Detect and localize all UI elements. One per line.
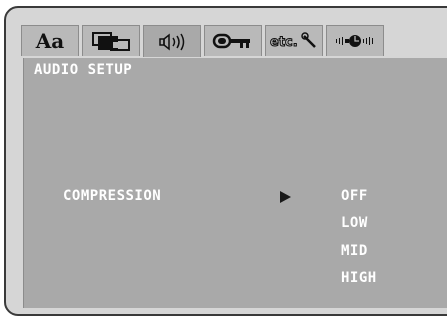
svg-text:etc.: etc. bbox=[270, 35, 298, 50]
option-mid[interactable]: MID bbox=[341, 243, 368, 259]
option-off[interactable]: OFF bbox=[341, 188, 368, 204]
tab-parental[interactable] bbox=[204, 25, 262, 56]
settings-panel bbox=[23, 58, 447, 308]
speaker-icon bbox=[159, 32, 185, 51]
option-low[interactable]: LOW bbox=[341, 215, 368, 231]
tab-audio[interactable] bbox=[143, 25, 201, 57]
selection-arrow-icon bbox=[280, 191, 291, 203]
option-high[interactable]: HIGH bbox=[341, 270, 377, 286]
compression-label[interactable]: COMPRESSION bbox=[63, 188, 161, 204]
tab-language[interactable]: Aa bbox=[21, 25, 79, 56]
tab-display[interactable] bbox=[82, 25, 140, 56]
tab-speaker-delay[interactable] bbox=[326, 25, 384, 56]
language-aa-icon: Aa bbox=[35, 29, 65, 53]
display-screens-icon bbox=[92, 32, 130, 51]
speaker-delay-icon bbox=[336, 35, 373, 47]
key-icon bbox=[212, 33, 250, 49]
page-title: AUDIO SETUP bbox=[34, 62, 133, 78]
etc-wrench-icon: etc. bbox=[270, 32, 316, 51]
tab-other[interactable]: etc. bbox=[265, 25, 323, 56]
